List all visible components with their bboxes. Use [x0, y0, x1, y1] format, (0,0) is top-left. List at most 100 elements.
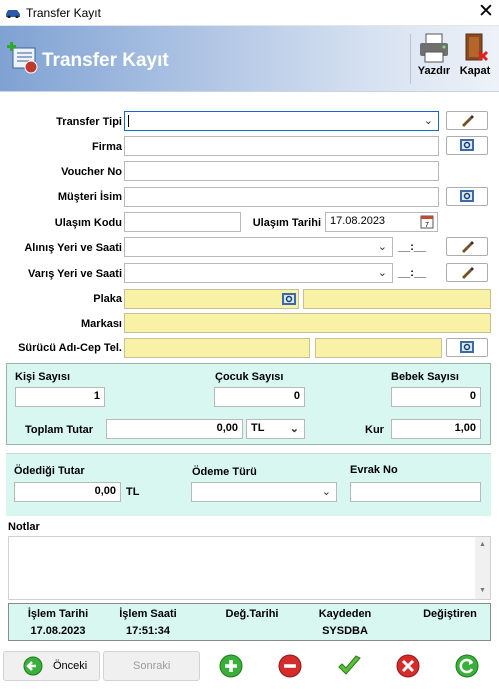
transfer-tipi-select[interactable]: ⌄ [124, 111, 439, 131]
markasi-input[interactable] [124, 313, 491, 333]
varis-saati-input[interactable]: __:__ [398, 267, 426, 279]
varis-yeri-select[interactable]: ⌄ [124, 263, 393, 283]
window-close-icon[interactable]: ✕ [474, 2, 498, 22]
alinis-yeri-select[interactable]: ⌄ [124, 237, 393, 257]
printer-icon [420, 33, 448, 63]
cocuk-label: Çocuk Sayısı [215, 371, 284, 383]
odedigi-label: Ödediği Tutar [14, 465, 85, 477]
exit-door-icon [465, 33, 489, 62]
voucher-label: Voucher No [61, 166, 122, 178]
surucu-adi-input[interactable] [124, 338, 310, 358]
cancel-icon[interactable] [396, 654, 420, 678]
alinis-edit-button[interactable] [446, 237, 488, 256]
kur-label: Kur [365, 424, 384, 436]
kaydeden-label: Kaydeden [318, 608, 372, 620]
alinis-label: Alınış Yeri ve Saati [24, 242, 122, 254]
deg-tarihi-label: Değ.Tarihi [225, 608, 279, 620]
chevron-down-icon: ⌄ [377, 267, 387, 279]
ulasim-tarihi-value: 17.08.2023 [330, 215, 386, 227]
scroll-down-icon[interactable]: ▼ [479, 587, 486, 594]
print-button[interactable]: Yazdır [411, 30, 457, 86]
book-search-icon[interactable] [281, 292, 297, 306]
plaka-label: Plaka [93, 293, 122, 305]
print-label: Yazdır [417, 65, 451, 77]
transfer-tipi-edit-button[interactable] [446, 111, 488, 130]
pencil-icon [462, 115, 474, 127]
musteri-search-button[interactable] [446, 187, 488, 206]
odedigi-currency: TL [126, 486, 140, 498]
kaydeden-value: SYSDBA [322, 625, 368, 637]
kisi-input[interactable]: 1 [15, 387, 105, 407]
bebek-label: Bebek Sayısı [391, 371, 459, 383]
currency-value: TL [251, 422, 265, 434]
surucu-search-button[interactable] [446, 338, 488, 357]
close-label: Kapat [459, 65, 491, 77]
toplam-input[interactable]: 0,00 [106, 419, 243, 439]
prev-label: Önceki [53, 660, 88, 672]
surucu-label: Sürücü Adı-Cep Tel. [18, 342, 122, 354]
degistiren-label: Değiştiren [423, 608, 477, 620]
islem-tarihi-label: İşlem Tarihi [27, 608, 89, 620]
evrak-input[interactable] [350, 482, 481, 502]
close-button[interactable]: Kapat [452, 30, 498, 86]
pencil-icon [462, 241, 474, 253]
save-check-icon[interactable] [337, 654, 361, 678]
notes-textarea[interactable]: ▲ ▼ [8, 536, 491, 600]
evrak-label: Evrak No [350, 464, 398, 476]
kisi-label: Kişi Sayısı [15, 371, 71, 383]
chevron-down-icon: ⌄ [321, 486, 331, 498]
next-label: Sonraki [133, 660, 171, 672]
window-title: Transfer Kayıt [26, 6, 101, 20]
markasi-label: Markası [81, 318, 122, 330]
add-icon[interactable] [219, 654, 243, 678]
alinis-saati-input[interactable]: __:__ [398, 241, 426, 253]
odedigi-input[interactable]: 0,00 [14, 482, 121, 502]
varis-label: Varış Yeri ve Saati [28, 268, 122, 280]
book-search-icon [460, 190, 474, 202]
islem-saati-label: İşlem Saati [119, 608, 177, 620]
transfer-tipi-label: Transfer Tipi [56, 116, 122, 128]
next-button[interactable]: Sonraki [103, 651, 200, 681]
voucher-input[interactable] [124, 161, 439, 181]
plaka-input[interactable] [124, 289, 299, 309]
ulasim-tarihi-label: Ulaşım Tarihi [252, 217, 321, 229]
odeme-turu-label: Ödeme Türü [192, 466, 257, 478]
cocuk-input[interactable]: 0 [214, 387, 305, 407]
car-icon [6, 10, 20, 18]
header-title: Transfer Kayıt [42, 50, 169, 71]
notes-scrollbar[interactable]: ▲ ▼ [475, 537, 490, 599]
svg-text:7: 7 [425, 222, 429, 229]
odeme-turu-select[interactable]: ⌄ [191, 482, 337, 502]
calendar-icon[interactable]: 7 [420, 214, 434, 229]
islem-tarihi-value: 17.08.2023 [30, 625, 86, 637]
varis-edit-button[interactable] [446, 263, 488, 282]
notes-label: Notlar [8, 521, 40, 533]
surucu-tel-input[interactable] [315, 338, 442, 358]
bebek-input[interactable]: 0 [391, 387, 481, 407]
chevron-down-icon: ⌄ [289, 423, 299, 435]
islem-saati-value: 17:51:34 [125, 625, 171, 637]
prev-button[interactable]: Önceki [3, 651, 100, 681]
refresh-icon[interactable] [455, 654, 479, 678]
transfer-form-icon [7, 42, 38, 74]
currency-select[interactable]: TL ⌄ [246, 419, 305, 439]
firma-input[interactable] [124, 136, 439, 156]
ulasim-kodu-input[interactable] [124, 212, 241, 232]
back-arrow-icon [23, 656, 43, 676]
toplam-label: Toplam Tutar [25, 424, 94, 436]
chevron-down-icon: ⌄ [377, 241, 387, 253]
musteri-input[interactable] [124, 187, 439, 207]
kur-input[interactable]: 1,00 [391, 419, 481, 439]
musteri-label: Müşteri İsim [57, 191, 122, 203]
pencil-icon [462, 267, 474, 279]
ulasim-kodu-label: Ulaşım Kodu [54, 217, 122, 229]
header-banner: Transfer Kayıt Yazdır Kapat [0, 26, 499, 92]
firma-label: Firma [92, 141, 122, 153]
firma-search-button[interactable] [446, 136, 488, 155]
delete-icon[interactable] [278, 654, 302, 678]
scroll-up-icon[interactable]: ▲ [479, 541, 486, 548]
book-search-icon [460, 139, 474, 151]
plaka-desc-input[interactable] [303, 289, 491, 309]
book-search-icon [460, 341, 474, 353]
window-titlebar: Transfer Kayıt ✕ [0, 0, 499, 26]
